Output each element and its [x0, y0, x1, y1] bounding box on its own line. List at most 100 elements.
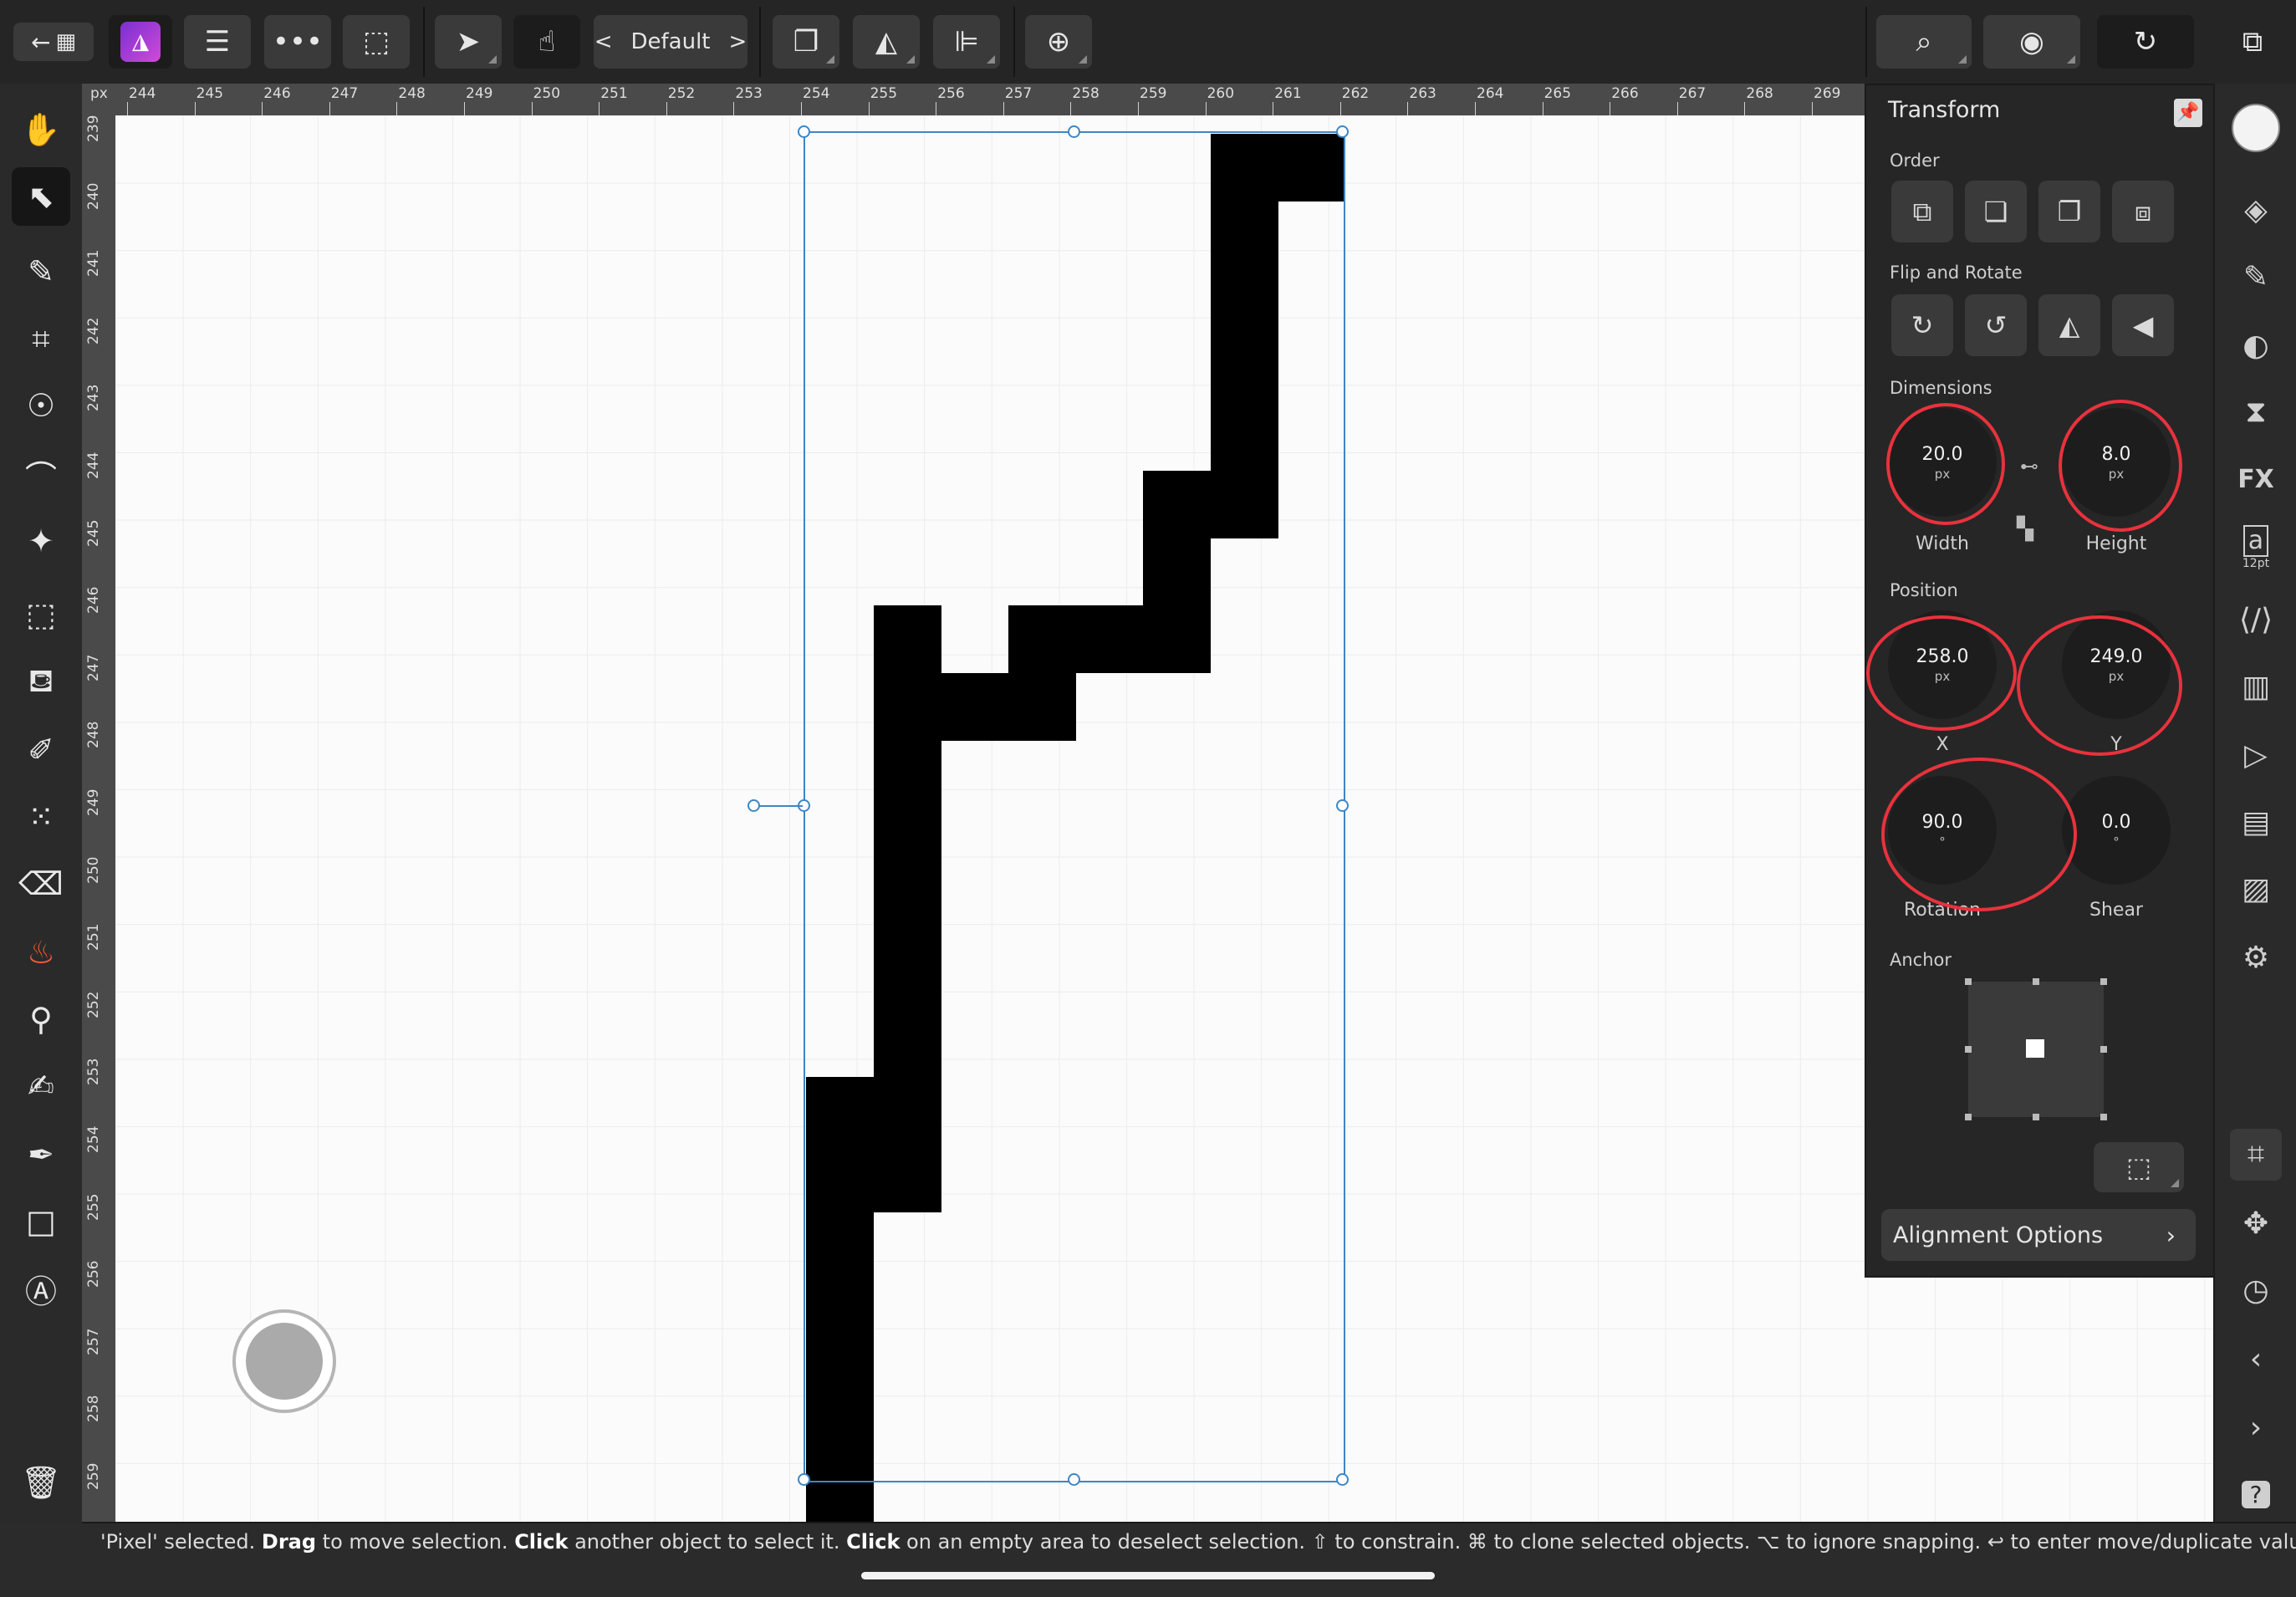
app-persona-button[interactable]: ◮	[109, 15, 172, 69]
selection-bounding-box[interactable]	[804, 131, 1345, 1482]
selection-button[interactable]: ⬚	[343, 15, 410, 69]
resize-handle[interactable]	[798, 1473, 810, 1486]
flip-vertical-button[interactable]: ◀	[2112, 294, 2174, 356]
anchor-point[interactable]	[1965, 978, 1972, 985]
align-left-icon: ⊫	[954, 25, 979, 59]
history-panel-tab[interactable]: ⧗	[2230, 386, 2282, 438]
add-layer-button[interactable]: ⊕	[1025, 15, 1092, 69]
move-mode-button[interactable]: ➤	[435, 15, 502, 69]
alignment-options-button[interactable]: Alignment Options ›	[1881, 1209, 2196, 1261]
text-styles-panel-tab[interactable]: a 12pt	[2230, 522, 2282, 574]
color-picker-tool[interactable]: ✎	[12, 242, 70, 301]
stock-panel-tab[interactable]: ▤	[2230, 796, 2282, 848]
studio-next-button[interactable]: >	[729, 29, 747, 54]
selection-brush-tool[interactable]: ⌒	[12, 445, 70, 503]
status-bar: 'Pixel' selected. Drag to move selection…	[82, 1522, 2296, 1597]
paint-brush-tool[interactable]: ✐	[12, 721, 70, 779]
collapse-right-button[interactable]: ›	[2230, 1401, 2282, 1453]
anchor-point[interactable]	[2100, 978, 2107, 985]
back-to-documents-button[interactable]: ← ▦	[13, 23, 94, 61]
fx-icon: FX	[2237, 464, 2274, 494]
anchor-point[interactable]	[2100, 1046, 2107, 1053]
move-to-back-button[interactable]: ⧉	[1891, 181, 1953, 242]
move-tool[interactable]: ⬉	[12, 167, 70, 226]
burn-tool[interactable]: ♨	[12, 923, 70, 982]
pin-panel-button[interactable]: 📌	[2174, 99, 2202, 127]
pixel-tool[interactable]: ⁙	[12, 788, 70, 846]
rotate-anticlockwise-button[interactable]: ↺	[1965, 294, 2027, 356]
effects-panel-tab[interactable]: FX	[2230, 453, 2282, 505]
layers-panel-tab[interactable]: ◈	[2230, 184, 2282, 236]
smudge-tool[interactable]: ✍	[12, 1057, 70, 1115]
zoom-button[interactable]: ⌕	[1876, 15, 1972, 69]
collapse-left-button[interactable]: ‹	[2230, 1333, 2282, 1385]
view-tool[interactable]: ✋	[12, 100, 70, 159]
transform-panel-tab[interactable]: ⌗	[2230, 1129, 2282, 1181]
scale-with-object-button[interactable]: ▚	[2017, 517, 2033, 542]
rectangular-marquee-tool[interactable]: ⬚	[12, 585, 70, 644]
resize-handle[interactable]	[1068, 1473, 1080, 1486]
anchor-point[interactable]	[1965, 1114, 1972, 1120]
lock-aspect-ratio-button[interactable]: ⊷	[2020, 457, 2038, 477]
assistant-button[interactable]: ↻	[2097, 15, 2194, 69]
arrange-button[interactable]: ❐	[773, 15, 839, 69]
document-settings-tab[interactable]: ⚙	[2230, 931, 2282, 983]
help-icon: ?	[2241, 1480, 2271, 1508]
navigator-panel-tab[interactable]: ▨	[2230, 863, 2282, 915]
erase-tool[interactable]: ⌫	[12, 855, 70, 913]
flood-fill-tool[interactable]: ⛾	[12, 654, 70, 712]
clone-tool[interactable]: ⚲	[12, 990, 70, 1049]
color-panel-tab[interactable]	[2230, 102, 2282, 154]
flame-icon: ♨	[26, 934, 56, 971]
brushes-panel-tab[interactable]: ✎	[2230, 251, 2282, 303]
delete-button[interactable]: 🗑	[12, 1453, 70, 1512]
source-panel-tab[interactable]: ⟨/⟩	[2230, 594, 2282, 645]
resize-handle[interactable]	[1336, 799, 1349, 812]
move-back-one-button[interactable]: ❏	[1965, 181, 2027, 242]
channels-panel-tab[interactable]: ▥	[2230, 661, 2282, 712]
anchor-point[interactable]	[2033, 978, 2039, 985]
move-panel-tab[interactable]: ✥	[2230, 1197, 2282, 1249]
help-button[interactable]: ?	[2230, 1468, 2282, 1520]
order-label: Order	[1890, 151, 1940, 171]
move-to-front-button[interactable]: ⧈	[2112, 181, 2174, 242]
rotation-handle[interactable]	[747, 799, 760, 812]
shear-dial[interactable]: 0.0 °	[2062, 776, 2171, 885]
window-expand-button[interactable]: ⧉	[2229, 15, 2276, 69]
move-forward-one-button[interactable]: ❐	[2038, 181, 2100, 242]
align-button[interactable]: ⊫	[933, 15, 1000, 69]
hover-modifier-button[interactable]	[232, 1309, 336, 1413]
studio-preset-selector[interactable]: < Default >	[594, 15, 747, 69]
flip-horizontal-button[interactable]: ◭	[2038, 294, 2100, 356]
ruler-tick-label: 264	[1477, 85, 1504, 102]
crop-tool[interactable]: ⌗	[12, 309, 70, 368]
gesture-mode-button[interactable]: ☝	[513, 15, 580, 69]
resize-handle[interactable]	[798, 125, 810, 138]
transform-options-button[interactable]: ⬚	[2094, 1142, 2184, 1192]
artistic-text-tool[interactable]: Ⓐ	[12, 1259, 70, 1318]
ruler-tick-label: 249	[85, 788, 102, 816]
rectangle-tool[interactable]: □	[12, 1192, 70, 1251]
anchor-point[interactable]	[2100, 1114, 2107, 1120]
more-button[interactable]: •••	[264, 15, 331, 69]
resize-handle[interactable]	[1336, 125, 1349, 138]
snapping-panel-tab[interactable]: ◷	[2230, 1264, 2282, 1316]
studio-prev-button[interactable]: <	[594, 29, 613, 54]
clock-icon: ◷	[2242, 1273, 2269, 1308]
macros-panel-tab[interactable]: ▷	[2230, 729, 2282, 781]
flip-button[interactable]: ◭	[853, 15, 920, 69]
view-quality-button[interactable]: ◉	[1983, 15, 2080, 69]
rotate-clockwise-button[interactable]: ↻	[1891, 294, 1953, 356]
resize-handle[interactable]	[1336, 1473, 1349, 1486]
anchor-center-point[interactable]	[2026, 1039, 2044, 1058]
pen-tool[interactable]: ✒	[12, 1125, 70, 1184]
anchor-selector[interactable]	[1965, 978, 2107, 1120]
adjustments-panel-tab[interactable]: ◐	[2230, 319, 2282, 371]
liquify-tool[interactable]: ☉	[12, 376, 70, 435]
home-indicator[interactable]	[861, 1572, 1435, 1579]
menu-button[interactable]: ☰	[184, 15, 251, 69]
anchor-point[interactable]	[1965, 1046, 1972, 1053]
anchor-point[interactable]	[2033, 1114, 2039, 1120]
flood-select-tool[interactable]: ✦	[12, 512, 70, 570]
resize-handle[interactable]	[1068, 125, 1080, 138]
